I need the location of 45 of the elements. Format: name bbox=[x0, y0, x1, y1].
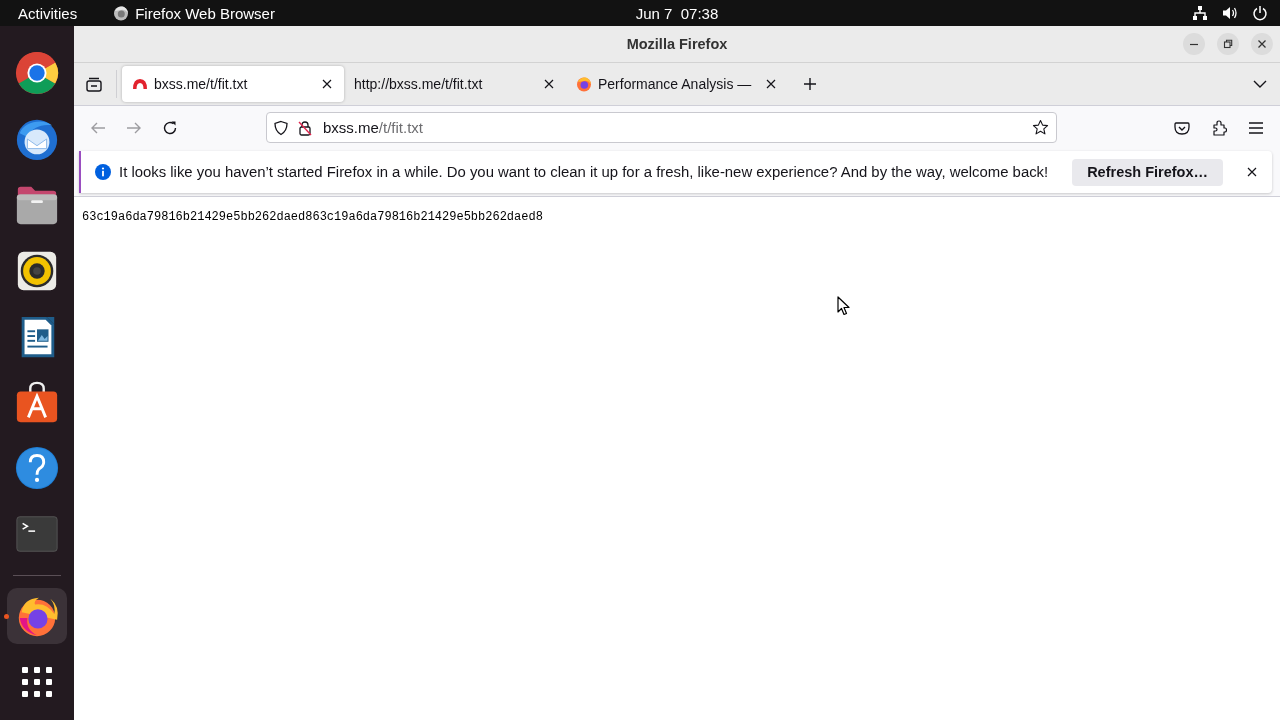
dock-app-button[interactable] bbox=[7, 588, 67, 645]
app-menu-button[interactable]: Firefox Web Browser bbox=[135, 4, 275, 22]
reload-icon bbox=[162, 119, 178, 136]
chevron-down-icon bbox=[1253, 80, 1267, 88]
star-icon bbox=[1031, 119, 1049, 136]
browser-tab[interactable]: http://bxss.me/t/fit.txt bbox=[344, 66, 566, 102]
plus-icon bbox=[803, 77, 817, 91]
restore-button[interactable] bbox=[1217, 33, 1239, 55]
app-grid-icon bbox=[21, 666, 53, 699]
address-bar[interactable]: bxss.me/t/fit.txt bbox=[266, 112, 1057, 143]
window-title: Mozilla Firefox bbox=[626, 36, 728, 52]
close-icon bbox=[544, 79, 554, 89]
clock[interactable]: Jun 7 07:38 bbox=[635, 4, 719, 22]
app-logo-icon bbox=[113, 5, 130, 21]
network-icon[interactable] bbox=[1192, 5, 1208, 21]
help-icon bbox=[14, 445, 60, 492]
browser-logo-icon bbox=[576, 76, 592, 92]
info-icon bbox=[95, 164, 111, 180]
menu-icon bbox=[1248, 119, 1264, 136]
page-text: 63c19a6da79816b21429e5bb262daed863c19a6da79816b21429e5bb262daed8 bbox=[82, 210, 544, 224]
mouse-pointer-icon bbox=[837, 296, 850, 316]
refresh-button[interactable]: Refresh Firefox… bbox=[1072, 158, 1223, 186]
restore-icon bbox=[1223, 39, 1233, 49]
browser-tab[interactable]: Performance Analysis — bbox=[566, 66, 788, 102]
browser-tab[interactable]: bxss.me/t/fit.txt bbox=[122, 66, 344, 102]
close-button[interactable] bbox=[1251, 33, 1273, 55]
close-icon bbox=[766, 79, 776, 89]
arch-favicon-icon bbox=[132, 76, 148, 92]
crossed-lock-icon[interactable] bbox=[297, 119, 313, 136]
pocket-icon bbox=[1174, 119, 1190, 136]
shield-icon[interactable] bbox=[273, 119, 289, 136]
activities-button[interactable]: Activities bbox=[18, 4, 78, 22]
puzzle-piece-icon bbox=[1211, 119, 1227, 136]
notification-message: It looks like you haven’t started Firefox in a while. Do you want to clean it up for a fresh, like-new experience? And by the way, welcome back! bbox=[119, 164, 1049, 180]
close-icon bbox=[1247, 167, 1257, 177]
close-icon bbox=[322, 79, 332, 89]
volume-icon[interactable] bbox=[1222, 5, 1238, 21]
tab-title: http://bxss.me/t/fit.txt bbox=[354, 76, 484, 92]
close-icon bbox=[1257, 39, 1267, 49]
tab-title: bxss.me/t/fit.txt bbox=[154, 76, 249, 92]
tab-title: Performance Analysis — bbox=[598, 76, 753, 92]
tray-icon bbox=[85, 75, 103, 93]
power-icon[interactable] bbox=[1252, 5, 1268, 21]
url-text: bxss.me/t/fit.txt bbox=[323, 119, 425, 136]
browser-logo-icon bbox=[14, 49, 60, 96]
